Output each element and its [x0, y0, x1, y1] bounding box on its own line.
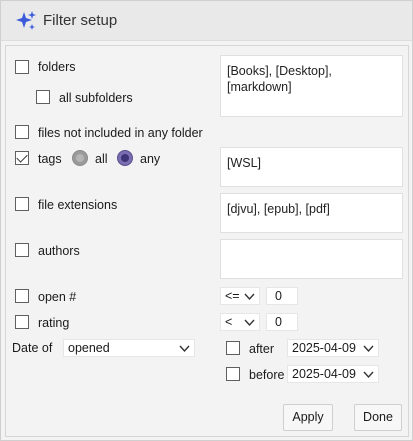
rating-value-field[interactable]: 0: [266, 313, 298, 331]
extensions-label: file extensions: [38, 198, 118, 212]
open-count-checkbox[interactable]: [15, 289, 29, 303]
authors-value-field[interactable]: [220, 239, 403, 279]
chevron-down-icon: [179, 345, 190, 353]
tags-any-radio[interactable]: [117, 150, 133, 166]
extensions-checkbox[interactable]: [15, 197, 29, 211]
folders-label: folders: [38, 60, 76, 74]
unfiled-label: files not included in any folder: [38, 126, 203, 140]
all-subfolders-checkbox[interactable]: [36, 90, 50, 104]
open-count-operator-value: <=: [225, 289, 240, 303]
authors-checkbox[interactable]: [15, 243, 29, 257]
rating-label: rating: [38, 316, 70, 330]
after-label: after: [249, 342, 275, 356]
tags-label: tags: [38, 152, 62, 166]
open-count-value-field[interactable]: 0: [266, 287, 298, 305]
after-date-picker[interactable]: 2025-04-09: [287, 339, 379, 357]
chevron-down-icon: [363, 371, 374, 379]
folders-checkbox[interactable]: [15, 60, 29, 74]
tags-value-field[interactable]: [WSL]: [220, 147, 403, 187]
after-date-value: 2025-04-09: [292, 341, 356, 355]
tags-all-radio[interactable]: [72, 150, 88, 166]
dialog-title: Filter setup: [43, 12, 118, 29]
apply-button[interactable]: Apply: [283, 404, 333, 431]
extensions-value-field[interactable]: [djvu], [epub], [pdf]: [220, 193, 403, 233]
before-date-value: 2025-04-09: [292, 367, 356, 381]
filter-panel: folders [Books], [Desktop], [markdown] a…: [5, 45, 409, 437]
rating-operator-select[interactable]: <: [220, 313, 260, 331]
chevron-down-icon: [244, 293, 255, 301]
done-button[interactable]: Done: [354, 404, 402, 431]
open-count-label: open #: [38, 290, 77, 304]
all-subfolders-label: all subfolders: [59, 91, 133, 105]
authors-label: authors: [38, 244, 80, 258]
after-checkbox[interactable]: [226, 341, 240, 355]
tags-any-label: any: [140, 152, 161, 166]
before-label: before: [249, 368, 285, 382]
unfiled-checkbox[interactable]: [15, 125, 29, 139]
chevron-down-icon: [363, 345, 374, 353]
folders-value-field[interactable]: [Books], [Desktop], [markdown]: [220, 55, 403, 117]
date-of-label: Date of: [12, 341, 53, 355]
before-date-picker[interactable]: 2025-04-09: [287, 365, 379, 383]
open-count-operator-select[interactable]: <=: [220, 287, 260, 305]
filter-setup-dialog: Filter setup folders [Books], [Desktop],…: [0, 0, 413, 441]
date-field-select[interactable]: opened: [63, 339, 195, 357]
tags-all-label: all: [95, 152, 108, 166]
title-bar: Filter setup: [1, 1, 412, 41]
tags-checkbox[interactable]: [15, 151, 29, 165]
before-checkbox[interactable]: [226, 367, 240, 381]
chevron-down-icon: [244, 319, 255, 327]
date-field-value: opened: [68, 341, 110, 355]
sparkle-icon: [15, 10, 37, 32]
rating-checkbox[interactable]: [15, 315, 29, 329]
rating-operator-value: <: [225, 315, 233, 329]
